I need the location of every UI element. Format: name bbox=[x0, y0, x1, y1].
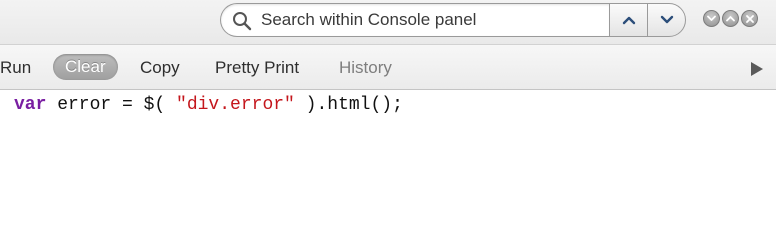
code-string: "div.error" bbox=[176, 95, 295, 115]
search-previous-button[interactable] bbox=[609, 3, 648, 37]
play-icon[interactable] bbox=[750, 61, 764, 77]
chevron-down-icon bbox=[707, 15, 716, 21]
search-next-button[interactable] bbox=[647, 3, 686, 37]
run-button[interactable]: Run bbox=[0, 58, 31, 78]
chevron-down-icon bbox=[660, 15, 673, 24]
console-toolbar: Run Clear Copy Pretty Print History bbox=[0, 44, 776, 90]
chevron-up-icon bbox=[622, 16, 635, 25]
close-button[interactable] bbox=[741, 10, 758, 27]
search-input[interactable] bbox=[261, 8, 601, 32]
code-editor[interactable]: var error = $( "div.error" ).html(); bbox=[0, 91, 776, 208]
code-text: error = $( bbox=[46, 95, 177, 115]
code-keyword: var bbox=[14, 95, 47, 115]
history-button[interactable]: History bbox=[339, 58, 392, 78]
code-text-end: ).html(); bbox=[294, 95, 403, 115]
search-bar bbox=[0, 0, 776, 44]
search-field[interactable] bbox=[220, 3, 610, 37]
clear-button[interactable]: Clear bbox=[53, 54, 118, 80]
copy-button[interactable]: Copy bbox=[140, 58, 180, 78]
pretty-print-button[interactable]: Pretty Print bbox=[215, 58, 299, 78]
close-icon bbox=[745, 14, 754, 23]
maximize-button[interactable] bbox=[722, 10, 739, 27]
code-line: var error = $( "div.error" ).html(); bbox=[14, 95, 403, 115]
minimize-button[interactable] bbox=[703, 10, 720, 27]
chevron-up-icon bbox=[726, 16, 735, 22]
search-icon bbox=[233, 12, 252, 31]
